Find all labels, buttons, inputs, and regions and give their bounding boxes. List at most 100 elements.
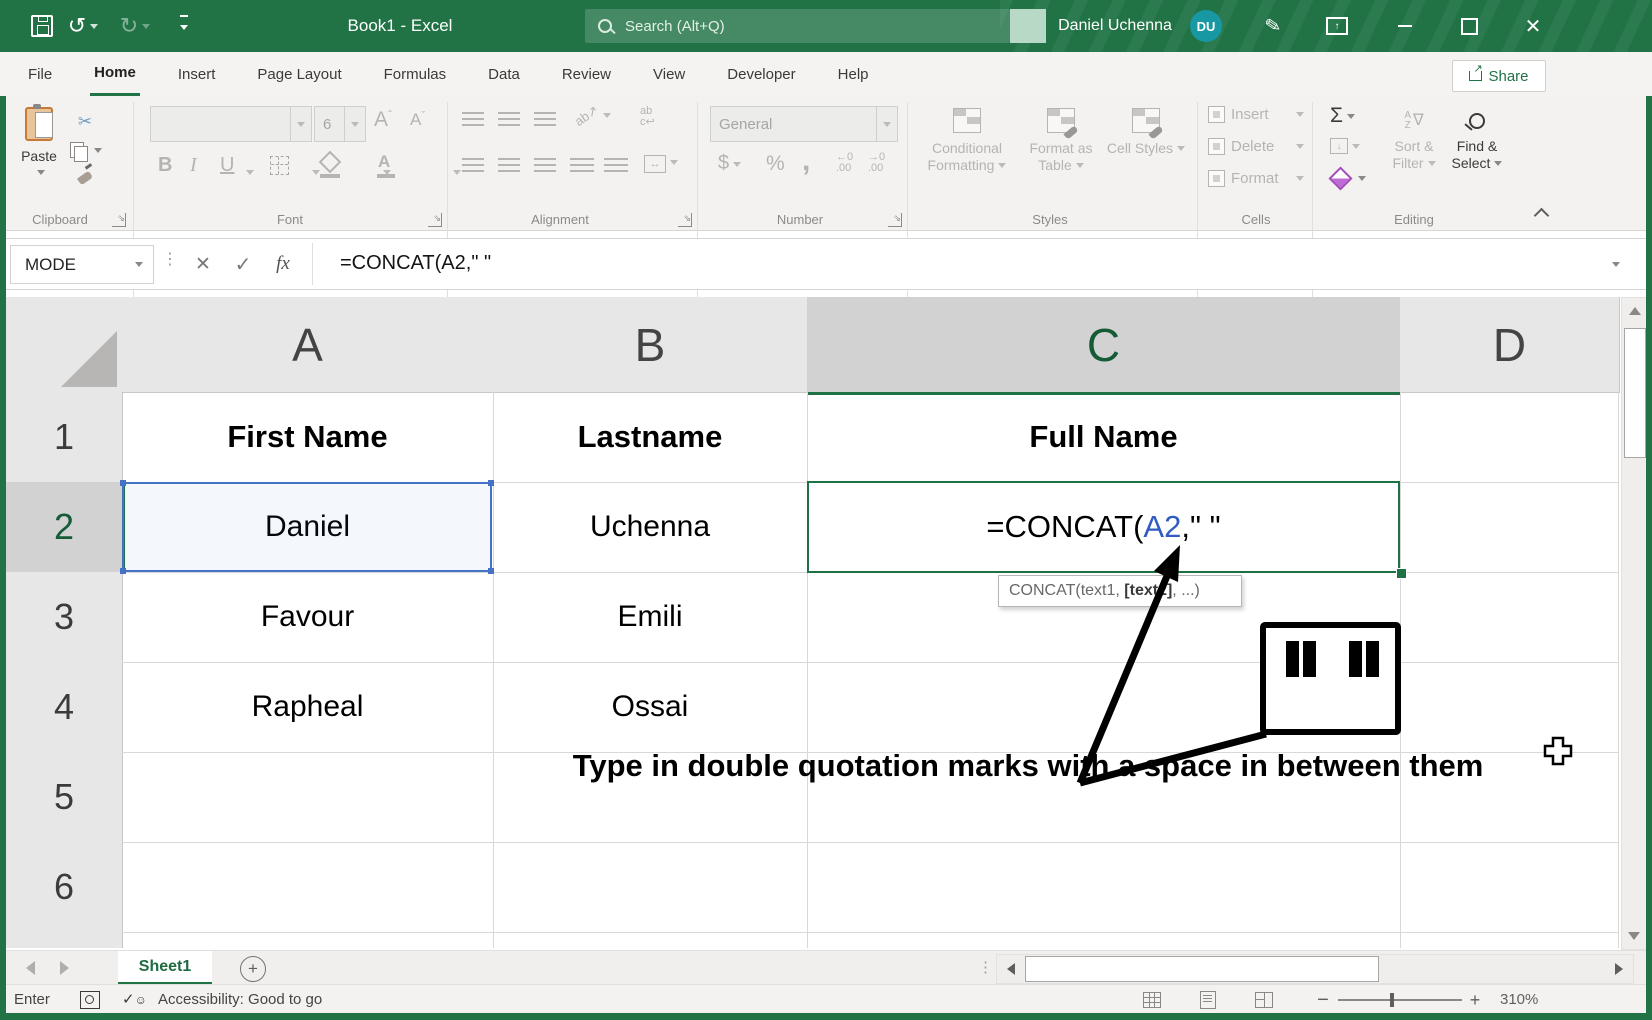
- scroll-left-button[interactable]: [997, 955, 1025, 983]
- tab-scroll-splitter[interactable]: ⋮: [978, 958, 991, 976]
- cell-b4[interactable]: Ossai: [493, 662, 807, 752]
- fill-handle[interactable]: [1396, 568, 1407, 579]
- scroll-up-button[interactable]: [1622, 298, 1648, 324]
- tab-home[interactable]: Home: [90, 53, 140, 96]
- tab-formulas[interactable]: Formulas: [380, 54, 451, 94]
- name-box[interactable]: MODE: [10, 245, 154, 284]
- insert-cells-button[interactable]: Insert: [1208, 106, 1304, 123]
- zoom-level[interactable]: 310%: [1500, 991, 1538, 1008]
- tab-data[interactable]: Data: [484, 54, 524, 94]
- scroll-right-button[interactable]: [1605, 955, 1633, 983]
- conditional-formatting-button[interactable]: Conditional Formatting: [920, 104, 1014, 174]
- feedback-button[interactable]: ✎: [1256, 10, 1290, 42]
- cell-c1[interactable]: Full Name: [807, 392, 1400, 482]
- column-header-c[interactable]: C: [807, 297, 1401, 395]
- clear-button[interactable]: [1332, 170, 1366, 187]
- wrap-text-button[interactable]: abc↩: [640, 106, 655, 128]
- align-top-button[interactable]: [462, 112, 484, 132]
- view-page-break-button[interactable]: [1252, 989, 1276, 1011]
- prev-sheet-button[interactable]: [18, 957, 42, 979]
- avatar[interactable]: DU: [1190, 10, 1222, 42]
- cell-a1[interactable]: First Name: [122, 392, 493, 482]
- underline-dropdown-icon[interactable]: [246, 170, 254, 179]
- comma-style-button[interactable]: ,: [802, 144, 810, 178]
- row-header-5[interactable]: 5: [6, 752, 123, 843]
- row-header-2[interactable]: 2: [6, 482, 125, 573]
- format-painter-button[interactable]: [70, 166, 100, 190]
- find-select-button[interactable]: Find & Select: [1446, 104, 1508, 172]
- italic-button[interactable]: I: [190, 154, 197, 177]
- autosum-button[interactable]: Σ: [1330, 104, 1355, 128]
- share-button[interactable]: ↗ Share: [1452, 60, 1546, 92]
- accessibility-status[interactable]: Accessibility: Good to go: [158, 991, 322, 1008]
- clipboard-dialog-launcher[interactable]: ⇘: [112, 213, 126, 227]
- tab-insert[interactable]: Insert: [174, 54, 220, 94]
- sheet-tab-active[interactable]: Sheet1: [118, 951, 212, 985]
- enter-button[interactable]: ✓: [226, 247, 260, 281]
- increase-font-button[interactable]: Aˆ: [374, 108, 392, 132]
- search-box[interactable]: Search (Alt+Q): [585, 9, 1010, 43]
- cell-b2[interactable]: Uchenna: [493, 482, 807, 572]
- zoom-slider-thumb[interactable]: [1390, 993, 1394, 1007]
- cut-button[interactable]: ✂: [70, 110, 100, 134]
- bold-button[interactable]: B: [158, 154, 172, 177]
- increase-decimal-button[interactable]: ←0.00: [836, 152, 853, 174]
- customize-qat-button[interactable]: [172, 14, 196, 38]
- cancel-button[interactable]: ✕: [186, 247, 220, 281]
- decrease-decimal-button[interactable]: →0.00: [868, 152, 885, 174]
- redo-button[interactable]: ↻: [118, 10, 152, 42]
- tab-developer[interactable]: Developer: [723, 54, 799, 94]
- copy-button[interactable]: [70, 138, 114, 162]
- horizontal-scroll-thumb[interactable]: [1025, 956, 1379, 982]
- sort-filter-button[interactable]: AZ∇ Sort & Filter: [1384, 104, 1444, 172]
- view-page-layout-button[interactable]: [1196, 989, 1220, 1011]
- row-header-4[interactable]: 4: [6, 662, 123, 753]
- zoom-slider-track[interactable]: [1338, 999, 1462, 1001]
- close-button[interactable]: ✕: [1516, 10, 1550, 42]
- fill-button[interactable]: ↓: [1330, 138, 1360, 154]
- delete-cells-button[interactable]: Delete: [1208, 138, 1304, 155]
- column-header-b[interactable]: B: [493, 297, 808, 393]
- font-color-dropdown-icon[interactable]: [453, 170, 461, 179]
- format-cells-button[interactable]: Format: [1208, 170, 1304, 187]
- zoom-in-button[interactable]: +: [1464, 987, 1486, 1013]
- name-box-splitter[interactable]: ⋮: [162, 249, 176, 269]
- tab-review[interactable]: Review: [558, 54, 615, 94]
- decrease-indent-button[interactable]: [570, 158, 594, 178]
- horizontal-scrollbar[interactable]: [996, 954, 1634, 984]
- increase-indent-button[interactable]: [604, 158, 628, 178]
- expand-formula-bar-button[interactable]: [1596, 247, 1636, 281]
- column-header-d[interactable]: D: [1400, 297, 1620, 393]
- number-format-combo[interactable]: General: [710, 106, 898, 142]
- align-bottom-button[interactable]: [534, 112, 556, 132]
- align-middle-button[interactable]: [498, 112, 520, 132]
- scroll-down-button[interactable]: [1622, 923, 1646, 949]
- row-header-1[interactable]: 1: [6, 392, 123, 483]
- underline-button[interactable]: U: [220, 154, 234, 177]
- cell-b3[interactable]: Emili: [493, 572, 807, 662]
- column-header-a[interactable]: A: [122, 297, 494, 393]
- insert-function-button[interactable]: fx: [266, 247, 300, 281]
- tab-file[interactable]: File: [24, 54, 56, 94]
- select-all-corner[interactable]: [6, 297, 123, 393]
- percent-style-button[interactable]: %: [766, 152, 785, 176]
- number-dialog-launcher[interactable]: ⇘: [888, 213, 902, 227]
- view-normal-button[interactable]: [1140, 989, 1164, 1011]
- vertical-scrollbar[interactable]: [1621, 297, 1649, 950]
- ribbon-display-button[interactable]: ↑: [1320, 10, 1354, 42]
- font-dialog-launcher[interactable]: ⇘: [428, 213, 442, 227]
- borders-button[interactable]: [270, 156, 289, 180]
- maximize-button[interactable]: [1452, 10, 1486, 42]
- cell-styles-button[interactable]: Cell Styles: [1106, 104, 1186, 157]
- formula-input[interactable]: =CONCAT(A2," ": [340, 239, 1580, 287]
- collapse-ribbon-button[interactable]: [1528, 204, 1554, 226]
- macro-record-icon[interactable]: [80, 991, 100, 1009]
- tab-page-layout[interactable]: Page Layout: [253, 54, 345, 94]
- alignment-dialog-launcher[interactable]: ⇘: [678, 213, 692, 227]
- cell-b1[interactable]: Lastname: [493, 392, 807, 482]
- font-size-combo[interactable]: 6: [314, 106, 366, 142]
- orientation-button[interactable]: ab↗: [574, 108, 611, 124]
- align-center-button[interactable]: [498, 158, 520, 178]
- tab-help[interactable]: Help: [834, 54, 873, 94]
- fill-color-button[interactable]: [322, 154, 338, 175]
